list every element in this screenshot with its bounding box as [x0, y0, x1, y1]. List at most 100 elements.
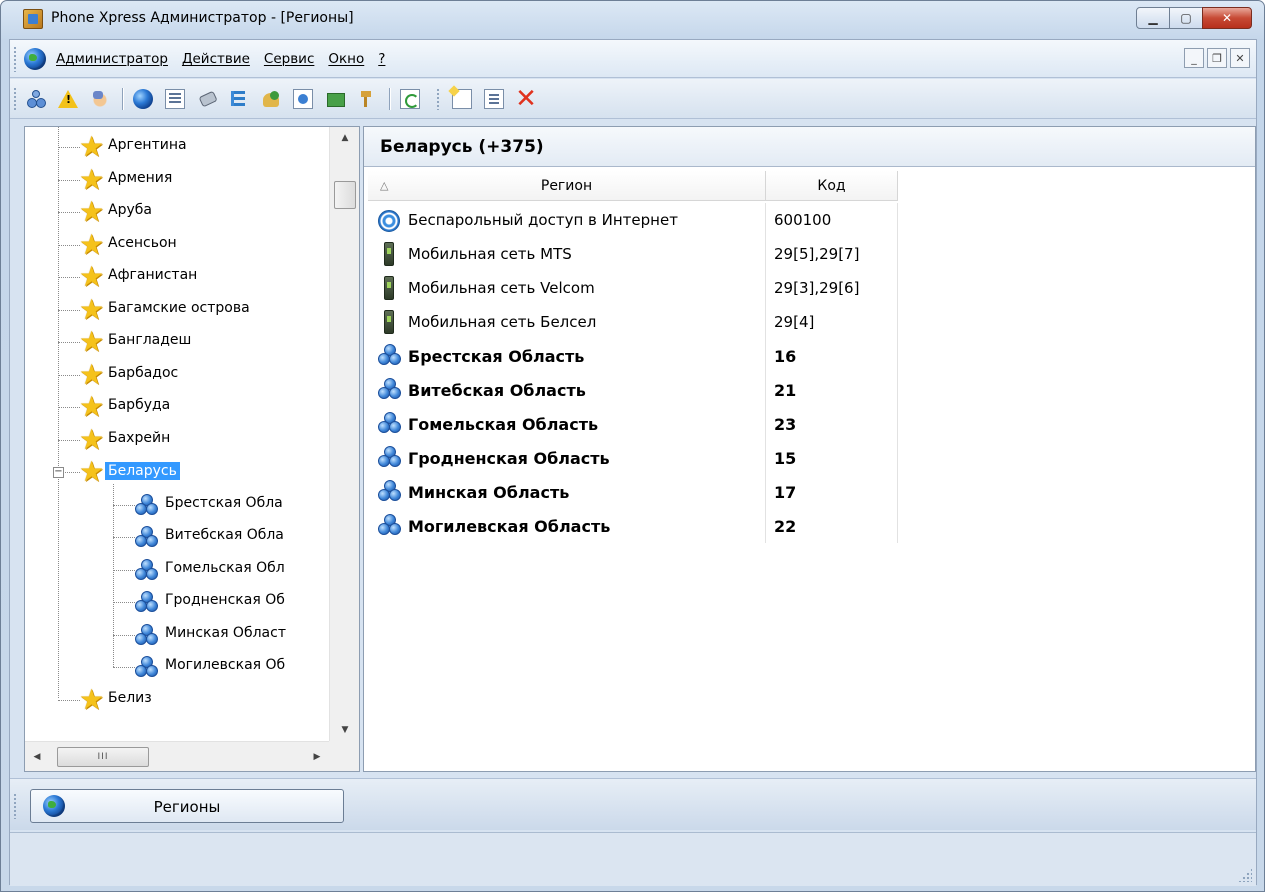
region-cell: Гродненская Область — [368, 441, 766, 475]
tree-item-country[interactable]: − Беларусь — [25, 455, 329, 488]
resize-grip[interactable] — [1238, 868, 1252, 882]
phone-button[interactable] — [195, 87, 219, 111]
tree-item-country[interactable]: Бахрейн — [25, 423, 329, 456]
table-body: Беспарольный доступ в Интернет 600100 Моби… — [368, 203, 898, 543]
table-row[interactable]: Беспарольный доступ в Интернет 600100 — [368, 203, 898, 237]
tree-item-label: Бангладеш — [108, 332, 192, 348]
table-header: △ Регион Код — [368, 171, 898, 201]
network-button[interactable] — [24, 87, 48, 111]
menu-administrator[interactable]: Администратор — [56, 51, 168, 67]
horizontal-scroll-thumb[interactable]: III — [57, 747, 149, 767]
mdi-restore-button[interactable]: ❐ — [1207, 48, 1227, 68]
table-row[interactable]: Мобильная сеть Белсел 29[4] — [368, 305, 898, 339]
delete-icon: ✕ — [515, 84, 537, 114]
menu-service[interactable]: Сервис — [264, 51, 314, 67]
scroll-down-arrow[interactable]: ▼ — [330, 719, 359, 741]
region-cell: Минская Область — [368, 475, 766, 509]
star-icon — [79, 423, 104, 456]
toolbar-grip[interactable] — [436, 88, 440, 110]
new-button[interactable] — [450, 87, 474, 111]
code-cell: 29[3],29[6] — [766, 271, 898, 305]
document-button[interactable] — [291, 87, 315, 111]
table-row[interactable]: Гомельская Область 23 — [368, 407, 898, 441]
tree-button[interactable] — [227, 87, 251, 111]
tree-item-region[interactable]: Минская Област — [25, 619, 329, 651]
tree-item-label: Могилевская Об — [165, 657, 286, 673]
tree-item-country[interactable]: Асенсьон — [25, 228, 329, 261]
column-header-region[interactable]: △ Регион — [368, 171, 766, 201]
globe-button[interactable] — [131, 87, 155, 111]
warning-button[interactable] — [56, 87, 80, 111]
mdi-minimize-button[interactable]: _ — [1184, 48, 1204, 68]
countries-tree[interactable]: Аргентина Армения Аруба Асенсьон Афганистан Б… — [24, 126, 360, 772]
toolbar-grip[interactable] — [13, 87, 17, 111]
scroll-up-arrow[interactable]: ▲ — [330, 127, 359, 149]
table-row[interactable]: Витебская Область 21 — [368, 373, 898, 407]
tree-line — [113, 504, 135, 506]
tree-item-region[interactable]: Брестская Обла — [25, 489, 329, 521]
region-cell: Мобильная сеть Белсел — [368, 305, 766, 339]
vertical-scroll-thumb[interactable] — [334, 181, 356, 209]
tree-item-region[interactable]: Гомельская Обл — [25, 554, 329, 586]
table-row[interactable]: Мобильная сеть Velcom 29[3],29[6] — [368, 271, 898, 305]
tree-item-country[interactable]: Барбадос — [25, 358, 329, 391]
collapse-icon[interactable]: − — [53, 467, 64, 478]
tree-line — [58, 374, 80, 376]
tree-item-label: Барбадос — [108, 364, 179, 381]
tree-line — [58, 407, 80, 408]
mdi-close-button[interactable]: ✕ — [1230, 48, 1250, 68]
document-icon — [293, 89, 313, 109]
tree-item-country[interactable]: Барбуда — [25, 390, 329, 423]
properties-button[interactable] — [482, 87, 506, 111]
network-icon — [26, 89, 46, 109]
toolbar-separator — [389, 88, 390, 110]
tree-horizontal-scrollbar[interactable]: ◀ III ▶ — [25, 741, 329, 771]
tree-item-region[interactable]: Могилевская Об — [25, 651, 329, 683]
minimize-icon: ▁ — [1148, 11, 1158, 25]
tree-item-country[interactable]: Армения — [25, 163, 329, 196]
star-icon — [79, 325, 104, 358]
code-cell: 15 — [766, 441, 898, 475]
region-icon — [135, 591, 159, 613]
menu-window[interactable]: Окно — [328, 51, 364, 67]
tree-item-region[interactable]: Гродненская Об — [25, 586, 329, 618]
menu-help[interactable]: ? — [378, 51, 385, 67]
tree-item-country[interactable]: Афганистан — [25, 260, 329, 293]
tree-item-country[interactable]: Аруба — [25, 195, 329, 228]
keys-button[interactable] — [355, 87, 379, 111]
hand-button[interactable] — [88, 87, 112, 111]
tree-item-country[interactable]: Бангладеш — [25, 325, 329, 358]
list-button[interactable] — [163, 87, 187, 111]
scroll-left-arrow[interactable]: ◀ — [25, 746, 49, 768]
maximize-button[interactable]: ▢ — [1169, 7, 1203, 29]
table-row[interactable]: Мобильная сеть MTS 29[5],29[7] — [368, 237, 898, 271]
delete-button[interactable]: ✕ — [514, 84, 538, 114]
close-button[interactable]: ✕ — [1202, 7, 1252, 29]
title-bar[interactable]: Phone Xpress Администратор - [Регионы] ▁… — [1, 1, 1264, 37]
table-row[interactable]: Гродненская Область 15 — [368, 441, 898, 475]
app-window: Phone Xpress Администратор - [Регионы] ▁… — [0, 0, 1265, 892]
tree-item-country[interactable]: Аргентина — [25, 130, 329, 163]
refresh-button[interactable] — [398, 87, 422, 111]
tabbar-grip[interactable] — [13, 793, 17, 819]
tree-vertical-scrollbar[interactable]: ▲ ▼ — [329, 127, 359, 741]
menubar-grip[interactable] — [13, 46, 17, 72]
mobile-icon — [384, 242, 394, 266]
tree-item-region[interactable]: Витебская Обла — [25, 521, 329, 553]
tree-item-label: Бахрейн — [108, 429, 171, 446]
tree-line — [113, 602, 135, 603]
menu-action[interactable]: Действие — [182, 51, 250, 67]
minimize-button[interactable]: ▁ — [1136, 7, 1170, 29]
money-button[interactable] — [323, 87, 347, 111]
scroll-right-arrow[interactable]: ▶ — [305, 746, 329, 768]
tab-regions[interactable]: Регионы — [30, 789, 344, 823]
tree-item-country[interactable]: Белиз — [25, 683, 329, 716]
users-button[interactable] — [259, 87, 283, 111]
region-name: Мобильная сеть MTS — [408, 245, 572, 263]
column-header-code[interactable]: Код — [766, 171, 898, 201]
table-row[interactable]: Могилевская Область 22 — [368, 509, 898, 543]
maximize-icon: ▢ — [1180, 11, 1192, 25]
table-row[interactable]: Брестская Область 16 — [368, 339, 898, 373]
tree-item-country[interactable]: Багамские острова — [25, 293, 329, 326]
table-row[interactable]: Минская Область 17 — [368, 475, 898, 509]
